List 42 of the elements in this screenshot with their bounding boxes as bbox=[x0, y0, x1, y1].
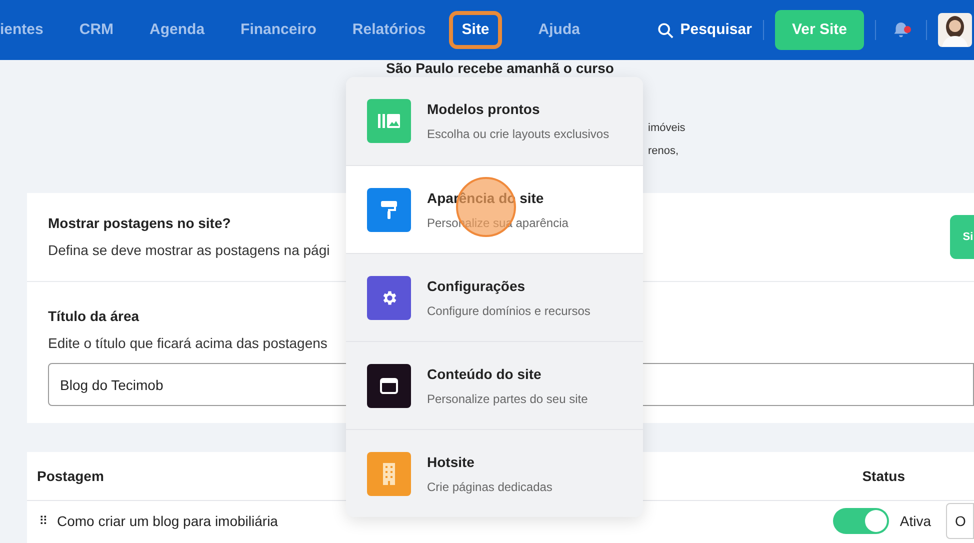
status-text: Ativa bbox=[900, 512, 931, 530]
search-button[interactable]: Pesquisar bbox=[657, 18, 752, 42]
building-icon bbox=[381, 462, 397, 484]
menu-item-subtitle: Escolha ou crie layouts exclusivos bbox=[427, 126, 610, 143]
table-cell: O bbox=[946, 503, 974, 539]
menu-item-subtitle: Personalize partes do seu site bbox=[427, 390, 588, 408]
menu-item-title: Hotsite bbox=[427, 452, 476, 472]
menu-item-title: Conteúdo do site bbox=[427, 364, 542, 384]
avatar[interactable] bbox=[938, 13, 972, 47]
menu-item[interactable]: Conteúdo do site Personalize partes do seu site bbox=[346, 341, 643, 429]
banner-text: imóveis bbox=[648, 121, 686, 136]
menu-item[interactable]: Hotsite Crie páginas dedicadas bbox=[346, 429, 643, 517]
setting-description: Defina se deve mostrar as postagens na pági bbox=[48, 241, 330, 260]
drag-handle[interactable]: ⠿ bbox=[39, 512, 48, 530]
setting-title: Título da área bbox=[48, 307, 140, 326]
menu-item[interactable]: Modelos prontos Escolha ou crie layouts exclusivos bbox=[346, 77, 643, 165]
setting-description: Edite o título que ficará acima das postagens bbox=[48, 334, 328, 353]
column-header: Postagem bbox=[37, 466, 104, 486]
post-title: Como criar um blog para imobiliária bbox=[57, 512, 278, 531]
nav-tab[interactable]: Ajuda bbox=[538, 18, 580, 42]
bell-icon bbox=[892, 21, 910, 39]
menu-item-subtitle: Crie páginas dedicadas bbox=[427, 478, 552, 496]
nav-tab[interactable]: Agenda bbox=[150, 18, 205, 42]
nav-tab[interactable]: ientes bbox=[0, 18, 44, 42]
menu-item-title: Configurações bbox=[427, 276, 526, 296]
nav-tab[interactable]: CRM bbox=[79, 18, 114, 42]
nav-tab[interactable]: Financeiro bbox=[240, 18, 316, 42]
banner-text: renos, bbox=[648, 144, 680, 158]
menu-item[interactable]: Configurações Configure domínios e recursos bbox=[346, 253, 643, 341]
status-toggle[interactable] bbox=[832, 508, 889, 534]
gallery-icon bbox=[378, 113, 400, 129]
menu-item-subtitle: Configure domínios e recursos bbox=[427, 302, 590, 320]
banner-title: São Paulo recebe amanhã o curso bbox=[386, 60, 614, 76]
setting-title: Mostrar postagens no site? bbox=[48, 214, 232, 233]
window-icon bbox=[380, 378, 398, 394]
yes-button[interactable]: Si bbox=[950, 215, 974, 259]
menu-item-title: Modelos prontos bbox=[427, 100, 541, 119]
search-icon bbox=[657, 22, 674, 38]
nav-tab[interactable]: Relatórios bbox=[352, 18, 426, 42]
column-header: Status bbox=[862, 466, 905, 486]
view-site-button[interactable]: Ver Site bbox=[774, 10, 864, 50]
nav-tab[interactable]: Site bbox=[448, 10, 502, 50]
